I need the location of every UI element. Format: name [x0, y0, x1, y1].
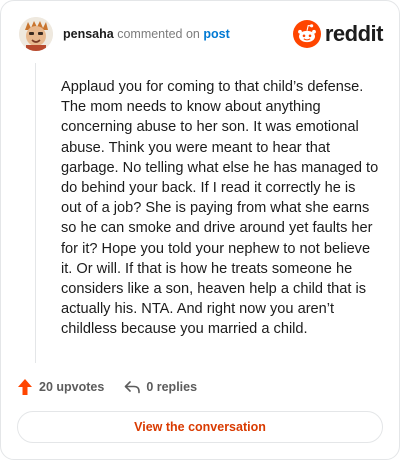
comment-body: Applaud you for coming to that child’s d… [61, 79, 379, 338]
reply-button[interactable]: 0 replies [124, 380, 197, 394]
view-conversation-button[interactable]: View the conversation [17, 411, 383, 443]
comment-meta: pensaha commented on post [63, 27, 230, 41]
meta-verb: commented on [117, 27, 200, 41]
avatar[interactable] [19, 17, 53, 51]
post-link[interactable]: post [203, 27, 229, 41]
upvote-count: 20 upvotes [39, 380, 105, 394]
reddit-alien-icon [292, 20, 321, 48]
username-link[interactable]: pensaha [63, 27, 114, 41]
reddit-logo[interactable]: reddit [292, 19, 384, 49]
reply-count: 0 replies [146, 380, 198, 394]
comment-card: pensaha commented on post reddit Applaud… [0, 0, 400, 460]
thread-line [35, 63, 36, 363]
reply-arrow-icon [125, 381, 141, 394]
comment-header: pensaha commented on post reddit [19, 17, 384, 53]
upvote-arrow-icon [18, 379, 32, 395]
upvote-button[interactable]: 20 upvotes [17, 378, 104, 396]
brand-wordmark: reddit [324, 21, 384, 46]
avatar-image [19, 17, 53, 51]
comment-actions: 20 upvotes 0 replies [17, 375, 217, 399]
